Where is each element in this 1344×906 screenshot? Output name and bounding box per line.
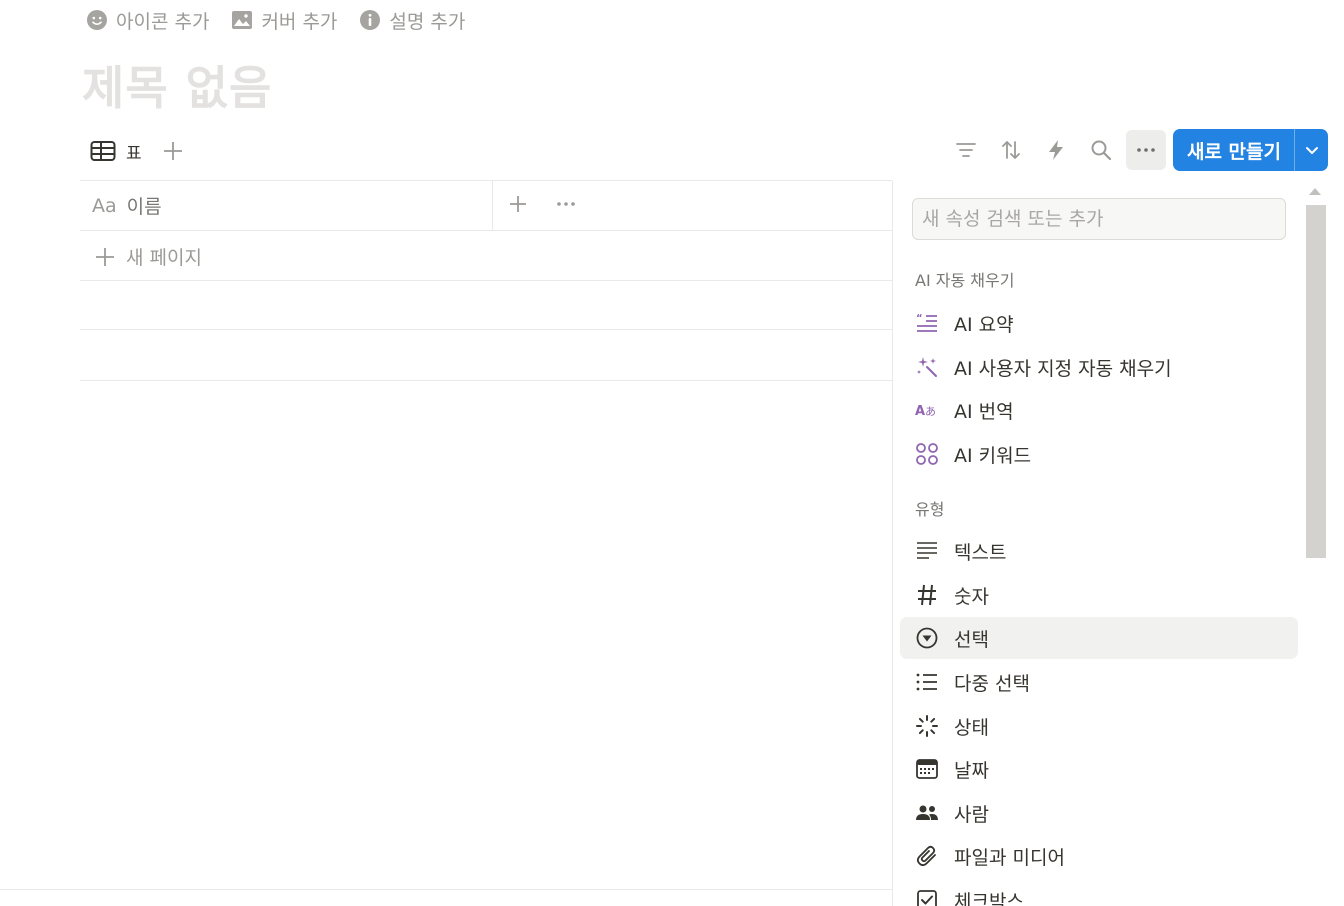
svg-text:あ: あ — [925, 405, 936, 418]
menu-item-checkbox[interactable]: 체크박스 — [900, 879, 1298, 906]
filter-icon — [956, 143, 976, 157]
menu-item-label: 다중 선택 — [954, 672, 1030, 695]
more-icon — [1137, 148, 1155, 152]
menu-item-label: 사람 — [954, 803, 989, 826]
menu-item-multi-select[interactable]: 다중 선택 — [900, 661, 1298, 703]
text-lines-icon — [914, 538, 940, 564]
page-actions: 아이콘 추가 커버 추가 설명 추가 — [86, 6, 465, 34]
menu-item-date[interactable]: 날짜 — [900, 748, 1298, 790]
table-bottom-border — [0, 889, 892, 890]
select-circle-icon — [914, 625, 940, 651]
menu-item-label: 상태 — [954, 716, 989, 739]
new-button-group: 새로 만들기 — [1172, 129, 1328, 171]
add-property-button[interactable] — [507, 193, 529, 219]
plus-icon — [510, 196, 526, 212]
new-page-label: 새 페이지 — [126, 247, 202, 269]
tab-table[interactable]: 표 — [90, 139, 142, 164]
add-description-button[interactable]: 설명 추가 — [359, 6, 465, 34]
name-column-header[interactable]: Aa 이름 — [80, 181, 493, 230]
chevron-down-icon — [1305, 147, 1318, 154]
new-button-dropdown[interactable] — [1294, 129, 1328, 171]
menu-item-label: 숫자 — [954, 585, 989, 608]
menu-item-label: AI 번역 — [954, 400, 1014, 423]
hash-icon — [914, 582, 940, 608]
page-title[interactable]: 제목 없음 — [82, 52, 272, 118]
menu-item-text[interactable]: 텍스트 — [900, 530, 1298, 572]
more-button[interactable] — [1125, 130, 1166, 170]
menu-item-label: 선택 — [954, 628, 989, 651]
sort-icon — [1002, 141, 1020, 159]
property-search-input[interactable] — [913, 199, 1285, 239]
menu-item-select[interactable]: 선택 — [900, 617, 1298, 659]
type-section-label: 유형 — [915, 500, 945, 519]
menu-item-label: AI 요약 — [954, 313, 1014, 336]
automation-button[interactable] — [1036, 130, 1076, 170]
add-cover-label: 커버 추가 — [261, 10, 338, 33]
header-bottom-border — [80, 230, 892, 231]
scrollbar-thumb[interactable] — [1306, 205, 1326, 558]
search-icon — [1091, 140, 1112, 161]
row-divider — [80, 280, 892, 281]
add-description-label: 설명 추가 — [389, 10, 466, 33]
row-divider — [80, 380, 892, 381]
add-icon-label: 아이콘 추가 — [116, 10, 210, 33]
menu-item-label: AI 사용자 지정 자동 채우기 — [954, 357, 1172, 380]
menu-item-files-media[interactable]: 파일과 미디어 — [900, 835, 1298, 877]
menu-item-person[interactable]: 사람 — [900, 792, 1298, 834]
smiley-icon — [87, 10, 107, 30]
ai-keywords-icon — [914, 441, 940, 467]
info-icon — [360, 10, 381, 30]
tab-table-label: 표 — [126, 143, 142, 164]
status-spinner-icon — [914, 713, 940, 739]
menu-item-number[interactable]: 숫자 — [900, 574, 1298, 616]
add-view-button[interactable] — [162, 140, 184, 162]
svg-text:“: “ — [916, 313, 923, 324]
new-page-button[interactable]: 새 페이지 — [94, 243, 202, 270]
menu-item-ai-translate[interactable]: Aあ AI 번역 — [900, 389, 1298, 431]
plus-icon — [96, 247, 114, 266]
ai-sparkle-icon — [914, 354, 940, 380]
menu-item-label: AI 키워드 — [954, 444, 1032, 467]
property-search-box[interactable] — [912, 198, 1286, 240]
add-cover-button[interactable]: 커버 추가 — [231, 6, 337, 34]
menu-item-label: 파일과 미디어 — [954, 846, 1065, 869]
row-divider — [80, 329, 892, 330]
menu-item-ai-custom-autofill[interactable]: AI 사용자 지정 자동 채우기 — [900, 346, 1298, 388]
checkbox-icon — [914, 887, 940, 906]
list-icon — [914, 669, 940, 695]
name-column-label: 이름 — [126, 196, 162, 218]
column-more-button[interactable] — [554, 193, 578, 219]
add-icon-button[interactable]: 아이콘 추가 — [86, 6, 209, 34]
text-type-icon: Aa — [92, 194, 117, 217]
table-icon — [90, 141, 116, 161]
more-icon — [557, 202, 575, 206]
ai-summary-icon: “ — [914, 310, 940, 336]
ai-translate-icon: Aあ — [914, 397, 940, 423]
menu-item-label: 텍스트 — [954, 541, 1007, 564]
people-icon — [914, 800, 940, 826]
ai-section-label: AI 자동 채우기 — [915, 271, 1015, 290]
view-tabs: 표 — [90, 136, 184, 166]
menu-item-label: 날짜 — [954, 759, 989, 782]
menu-item-label: 체크박스 — [954, 890, 1024, 906]
image-icon — [232, 11, 253, 29]
plus-icon — [163, 142, 182, 160]
search-button[interactable] — [1081, 130, 1121, 170]
sort-button[interactable] — [991, 130, 1031, 170]
menu-item-status[interactable]: 상태 — [900, 705, 1298, 747]
scroll-up-arrow[interactable] — [1309, 188, 1321, 195]
menu-item-ai-keywords[interactable]: AI 키워드 — [900, 433, 1298, 475]
property-type-menu: AI 자동 채우기 “ AI 요약 AI 사용자 지정 자동 채우기 Aあ AI… — [892, 181, 1344, 906]
svg-text:A: A — [915, 404, 925, 419]
menu-item-ai-summary[interactable]: “ AI 요약 — [900, 302, 1298, 344]
paperclip-icon — [914, 843, 940, 869]
calendar-icon — [914, 756, 940, 782]
database-toolbar: 새로 만들기 — [941, 129, 1328, 171]
filter-button[interactable] — [946, 130, 986, 170]
new-button[interactable]: 새로 만들기 — [1173, 129, 1294, 171]
automation-icon — [1048, 140, 1063, 160]
